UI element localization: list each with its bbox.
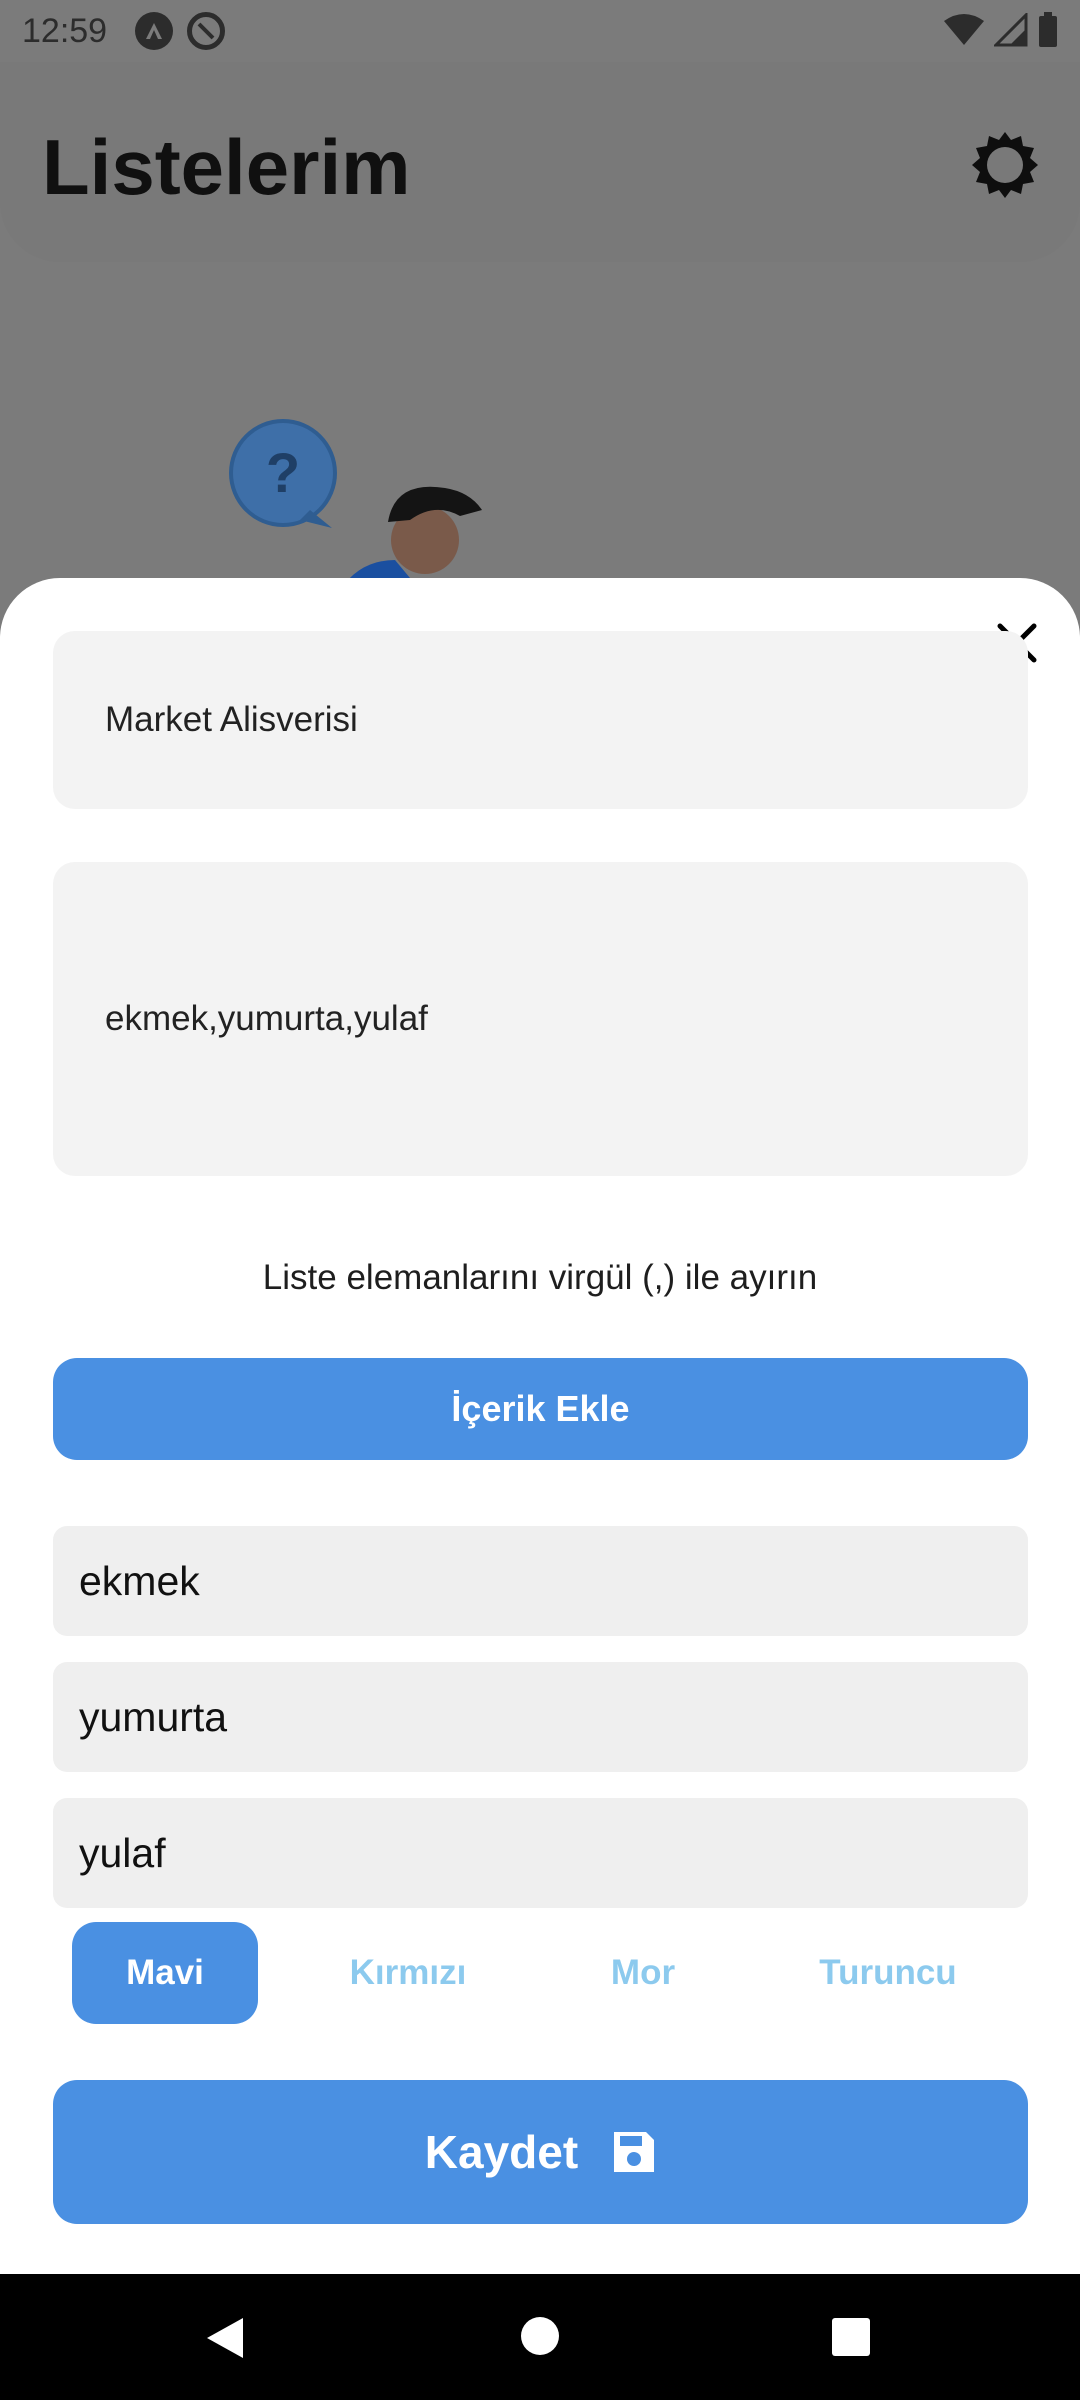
list-item[interactable]: ekmek <box>53 1526 1028 1636</box>
color-selector: Mavi Kırmızı Mor Turuncu <box>0 1922 1080 2024</box>
notification-icons <box>135 12 226 50</box>
save-button[interactable]: Kaydet <box>53 2080 1028 2224</box>
do-not-disturb-icon <box>187 12 226 50</box>
list-items-input[interactable]: ekmek,yumurta,yulaf <box>53 862 1028 1176</box>
settings-button[interactable] <box>968 128 1042 202</box>
empty-state-illustration: ? <box>220 410 490 590</box>
back-icon[interactable] <box>205 2316 245 2360</box>
save-button-label: Kaydet <box>424 2126 579 2178</box>
app-notification-icon <box>135 12 174 50</box>
home-icon[interactable] <box>521 2317 559 2355</box>
color-option-kirmizi[interactable]: Kırmızı <box>310 1922 506 2024</box>
color-option-turuncu[interactable]: Turuncu <box>790 1922 986 2024</box>
list-item[interactable]: yumurta <box>53 1662 1028 1772</box>
app-header: Listelerim <box>0 62 1080 262</box>
status-bar: 12:59 <box>0 0 1080 62</box>
list-title-value: Market Alisverisi <box>105 700 358 739</box>
recent-apps-icon[interactable] <box>832 2318 870 2356</box>
gear-icon <box>972 132 1038 198</box>
separator-hint: Liste elemanlarını virgül (,) ile ayırın <box>262 1258 818 1297</box>
color-option-mor[interactable]: Mor <box>560 1922 726 2024</box>
page-title: Listelerim <box>42 123 411 211</box>
bottom-sheet: Market Alisverisi ekmek,yumurta,yulaf Li… <box>0 578 1080 2274</box>
add-content-button[interactable]: İçerik Ekle <box>53 1358 1028 1460</box>
system-status-icons <box>944 12 1058 48</box>
status-time: 12:59 <box>22 11 108 50</box>
list-title-input[interactable]: Market Alisverisi <box>53 631 1028 809</box>
signal-icon <box>994 13 1028 47</box>
list-item[interactable]: yulaf <box>53 1798 1028 1908</box>
svg-text:?: ? <box>266 441 300 504</box>
color-option-mavi[interactable]: Mavi <box>72 1922 258 2024</box>
wifi-icon <box>944 14 984 45</box>
list-items-value: ekmek,yumurta,yulaf <box>105 999 428 1038</box>
battery-icon <box>1039 12 1057 47</box>
navigation-bar <box>0 2274 1080 2400</box>
save-icon <box>614 2132 655 2172</box>
